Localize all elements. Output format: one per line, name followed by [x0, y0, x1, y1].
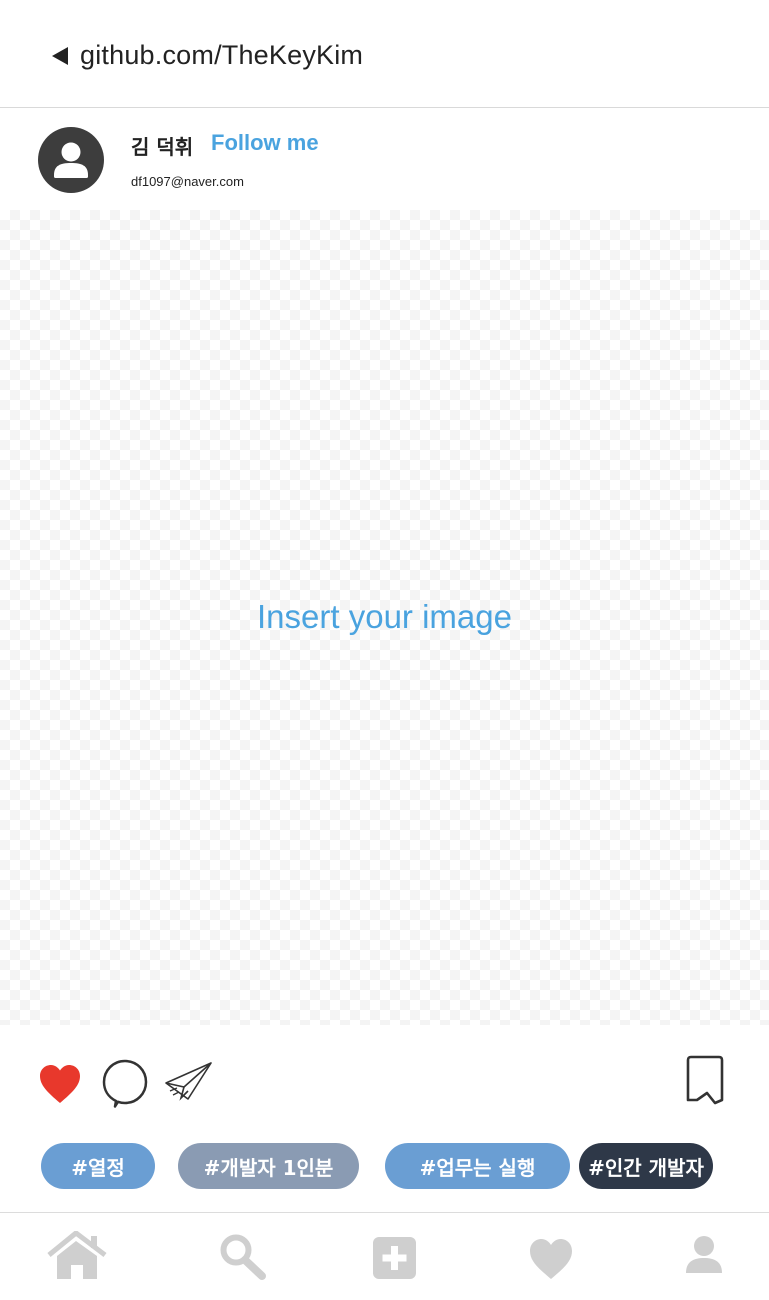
search-icon[interactable] [218, 1233, 268, 1286]
hashtag-2[interactable]: #개발자 1인분 [178, 1143, 359, 1189]
image-placeholder-text: Insert your image [257, 598, 512, 635]
back-button[interactable]: github.com/TheKeyKim [52, 40, 363, 71]
hashtag-4[interactable]: #인간 개발자 [579, 1143, 713, 1189]
profile-icon[interactable] [684, 1235, 724, 1280]
add-icon[interactable] [372, 1236, 418, 1285]
comment-icon[interactable] [102, 1058, 148, 1113]
profile-header: 김 덕휘 Follow me df1097@naver.com [0, 109, 769, 210]
post-actions [0, 1025, 769, 1140]
heart-nav-icon[interactable] [528, 1237, 574, 1286]
top-bar: github.com/TheKeyKim [0, 0, 769, 108]
username[interactable]: 김 덕휘 [131, 131, 193, 160]
url-text[interactable]: github.com/TheKeyKim [80, 40, 363, 71]
post-image-area[interactable]: Insert your image [0, 210, 769, 1025]
bookmark-icon[interactable] [685, 1055, 725, 1110]
home-icon[interactable] [47, 1230, 107, 1286]
hashtag-1[interactable]: #열정 [41, 1143, 155, 1189]
paper-plane-icon[interactable] [164, 1061, 214, 1108]
hashtag-list: #열정 #개발자 1인분 #업무는 실행 #인간 개발자 [0, 1140, 769, 1212]
bottom-nav [0, 1212, 769, 1300]
heart-icon[interactable] [38, 1063, 82, 1110]
hashtag-3[interactable]: #업무는 실행 [385, 1143, 570, 1189]
back-arrow-icon[interactable] [52, 46, 68, 65]
user-email: df1097@naver.com [131, 174, 244, 189]
user-avatar-icon[interactable] [38, 127, 104, 193]
follow-button[interactable]: Follow me [211, 130, 319, 156]
